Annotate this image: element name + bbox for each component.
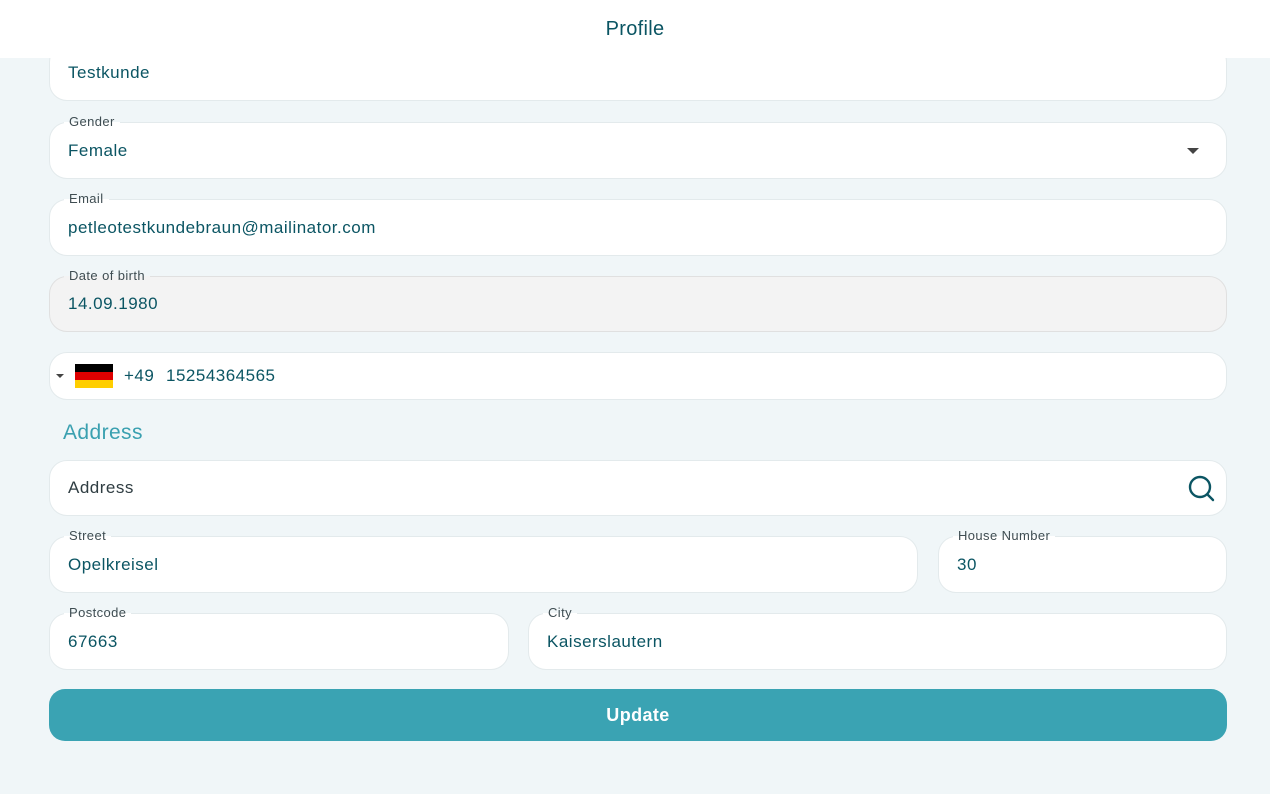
house-number-value: 30 [957,554,977,574]
address-search-input[interactable]: Address [49,460,1227,516]
phone-number-value: 15254364565 [166,366,276,385]
postcode-field[interactable]: Postcode 67663 [49,605,509,670]
email-value: petleotestkundebraun@mailinator.com [68,217,376,237]
germany-flag-icon[interactable] [75,364,113,388]
city-field[interactable]: City Kaiserslautern [528,605,1227,670]
address-search-placeholder: Address [68,478,134,497]
date-of-birth-field: Date of birth 14.09.1980 [49,268,1227,332]
address-section-title: Address [63,421,143,444]
street-field[interactable]: Street Opelkreisel [49,528,918,593]
country-dropdown-icon[interactable] [56,374,64,378]
city-value: Kaiserslautern [547,631,663,651]
phone-country-code: +49 [124,366,155,385]
search-icon[interactable] [1188,475,1216,503]
gender-select[interactable]: Gender Female [49,114,1227,179]
phone-field[interactable]: +49 15254364565 [49,352,1227,400]
chevron-down-icon [1187,148,1199,154]
page-title: Profile [605,17,665,40]
email-field[interactable]: Email petleotestkundebraun@mailinator.co… [49,191,1227,256]
date-of-birth-value: 14.09.1980 [68,294,159,313]
app-header: Profile [0,0,1270,58]
house-number-field[interactable]: House Number 30 [938,528,1227,593]
street-value: Opelkreisel [68,554,159,574]
postcode-value: 67663 [68,631,118,651]
gender-value: Female [68,140,128,160]
update-button[interactable]: Update [49,689,1227,741]
